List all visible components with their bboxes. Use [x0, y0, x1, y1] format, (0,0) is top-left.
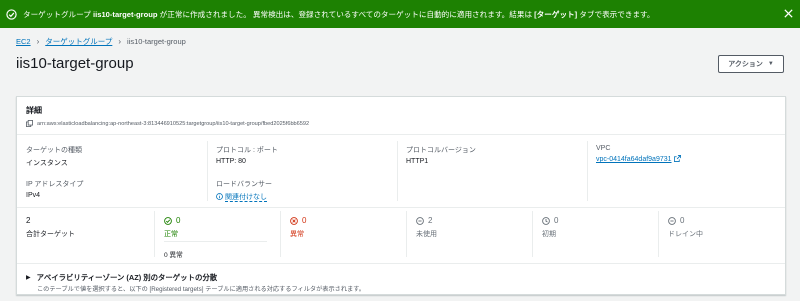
total-targets-count: 2 [26, 216, 31, 225]
unused-stat: 2 未使用 [416, 216, 437, 239]
column-divider [587, 141, 588, 201]
az-distribution-description: このテーブルで値を選択すると、以下の [Registered targets] … [37, 286, 365, 293]
column-divider [207, 141, 208, 201]
actions-button[interactable]: アクション ▼ [718, 55, 784, 73]
column-divider [658, 211, 659, 257]
load-balancer-label: ロードバランサー [216, 181, 272, 188]
breadcrumb: EC2 › ターゲットグループ › iis10-target-group [16, 36, 186, 47]
minus-circle-icon [416, 216, 424, 225]
breadcrumb-current: iis10-target-group [127, 37, 186, 46]
breadcrumb-ec2[interactable]: EC2 [16, 37, 31, 46]
banner-target-group-name: iis10-target-group [93, 9, 158, 19]
healthy-label: 正常 [164, 231, 178, 238]
clock-icon [542, 216, 550, 225]
success-banner: ターゲットグループ iis10-target-group が正常に作成されました… [0, 0, 800, 28]
column-divider [532, 211, 533, 257]
protocol-version-value: HTTP1 [406, 158, 429, 165]
draining-count: 0 [680, 216, 685, 225]
arn-value: arn:aws:elasticloadbalancing:ap-northeas… [37, 120, 310, 127]
healthy-stat: 0 正常 [164, 216, 180, 239]
column-divider [406, 211, 407, 257]
unused-label: 未使用 [416, 231, 437, 238]
unhealthy-count-row: 0 [290, 216, 306, 225]
vpc-field: VPC vpc-0414fa64daf9a9731 [596, 145, 681, 163]
details-heading: 詳細 [26, 106, 42, 115]
target-type-field: ターゲットの種類 インスタンス [26, 145, 82, 168]
actions-label: アクション [728, 61, 763, 68]
draining-label: ドレイン中 [668, 231, 703, 238]
healthy-sub-divider [164, 241, 267, 242]
unhealthy-count: 0 [302, 216, 307, 225]
external-link-icon [673, 155, 681, 162]
success-check-icon [6, 8, 17, 20]
unhealthy-stat: 0 異常 [290, 216, 306, 239]
total-targets-stat: 2 合計ターゲット [26, 216, 75, 239]
protocol-port-value: HTTP: 80 [216, 158, 246, 165]
vpc-label: VPC [596, 145, 611, 152]
protocol-version-field: プロトコルバージョン HTTP1 [406, 145, 476, 165]
load-balancer-value-wrap: 関連付けなし [216, 192, 272, 202]
unused-count: 2 [428, 216, 433, 225]
unhealthy-label: 異常 [290, 231, 304, 238]
healthy-count: 0 [176, 216, 181, 225]
anomaly-count: 0 異常 [164, 252, 183, 259]
vpc-link[interactable]: vpc-0414fa64daf9a9731 [596, 156, 672, 163]
stats-divider [17, 207, 785, 208]
column-divider [397, 141, 398, 201]
check-circle-icon [164, 216, 172, 225]
minus-circle-icon [668, 216, 676, 225]
details-panel: 詳細 arn:aws:elasticloadbalancing:ap-north… [16, 96, 786, 295]
protocol-version-label: プロトコルバージョン [406, 147, 476, 154]
chevron-right-icon: › [36, 37, 40, 46]
load-balancer-field: ロードバランサー 関連付けなし [216, 179, 272, 202]
page-title: iis10-target-group [16, 55, 134, 72]
protocol-port-label: プロトコル : ポート [216, 147, 278, 154]
draining-count-row: 0 [668, 216, 703, 225]
load-balancer-link[interactable]: 関連付けなし [225, 194, 267, 202]
protocol-port-field: プロトコル : ポート HTTP: 80 [216, 145, 278, 165]
copy-icon[interactable] [26, 120, 33, 127]
header-divider [17, 134, 785, 135]
initial-count-row: 0 [542, 216, 558, 225]
initial-count: 0 [554, 216, 559, 225]
breadcrumb-target-groups[interactable]: ターゲットグループ [45, 36, 112, 47]
column-divider [280, 211, 281, 257]
healthy-count-row: 0 [164, 216, 180, 225]
initial-stat: 0 初期 [542, 216, 558, 239]
ip-type-value: IPv4 [26, 192, 41, 199]
ip-type-label: IP アドレスタイプ [26, 181, 84, 188]
banner-text: ターゲットグループ iis10-target-group が正常に作成されました… [23, 9, 655, 19]
caret-right-icon: ▶ [26, 275, 31, 281]
az-distribution-title: アベイラビリティーゾーン (AZ) 別のターゲットの分散 [36, 273, 218, 282]
vpc-value-wrap: vpc-0414fa64daf9a9731 [596, 155, 681, 163]
banner-targets-tab: [ターゲット] [534, 9, 578, 19]
draining-stat: 0 ドレイン中 [668, 216, 703, 239]
az-divider [17, 263, 785, 264]
total-targets-label: 合計ターゲット [26, 231, 75, 238]
unused-count-row: 2 [416, 216, 437, 225]
column-divider [154, 211, 155, 257]
az-distribution-toggle[interactable]: ▶ アベイラビリティーゾーン (AZ) 別のターゲットの分散 [26, 272, 217, 283]
ip-type-field: IP アドレスタイプ IPv4 [26, 179, 83, 199]
arn-row: arn:aws:elasticloadbalancing:ap-northeas… [26, 120, 309, 127]
target-type-label: ターゲットの種類 [26, 147, 82, 154]
caret-down-icon: ▼ [767, 61, 774, 67]
initial-label: 初期 [542, 231, 556, 238]
error-icon [290, 216, 298, 225]
chevron-right-icon: › [118, 37, 121, 46]
target-type-value: インスタンス [26, 160, 68, 167]
close-icon[interactable] [783, 8, 794, 19]
info-icon [216, 193, 223, 200]
